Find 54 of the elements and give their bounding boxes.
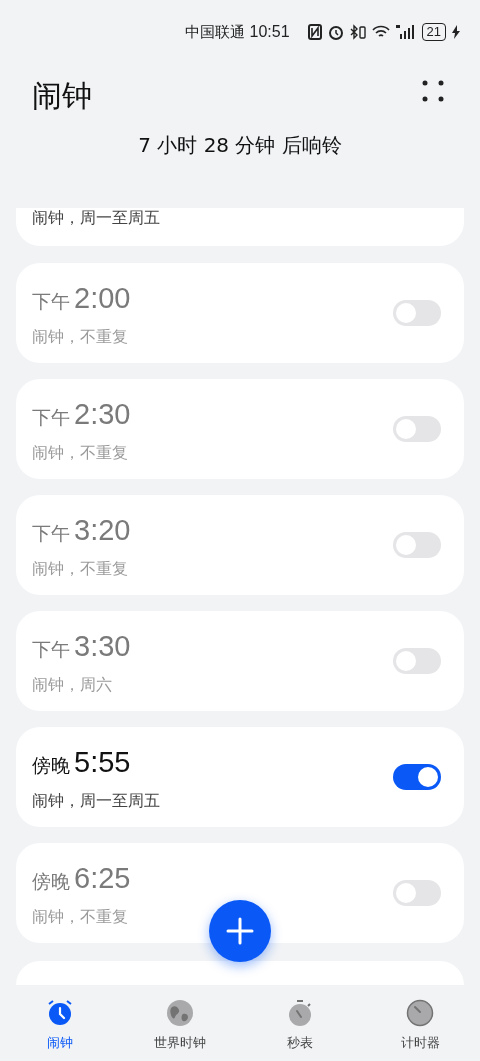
toggle-switch[interactable]	[393, 300, 441, 326]
alarm-card[interactable]: 傍晚 5:55 闹钟，周一至周五	[16, 727, 464, 827]
countdown-text: 7 小时 28 分钟 后响铃	[138, 132, 342, 159]
alarm-time: 2:30	[74, 397, 131, 433]
alarm-repeat: 闹钟，不重复	[32, 441, 129, 464]
toggle-switch[interactable]	[393, 416, 441, 442]
alarm-card[interactable]: 下午 2:30 闹钟，不重复	[16, 379, 464, 479]
alarm-time: 3:20	[74, 513, 131, 549]
alarm-repeat: 闹钟，周一至周五	[32, 789, 160, 812]
nfc-icon	[307, 24, 322, 40]
nav-tab[interactable]: 世界时钟	[120, 999, 240, 1053]
alarm-time: 3:30	[74, 629, 131, 665]
charging-icon	[452, 25, 460, 39]
carrier-name: 中国联通	[185, 21, 246, 43]
alarm-card[interactable]: 下午 2:00 闹钟，不重复	[16, 263, 464, 363]
alarm-clock-icon	[327, 24, 344, 40]
alarm-period: 傍晚	[32, 869, 70, 895]
globe-icon	[166, 999, 194, 1027]
alarm-card[interactable]: 下午 3:30 闹钟，周六	[16, 611, 464, 711]
alarm-repeat: 闹钟，不重复	[32, 325, 129, 348]
clock-time: 10:51	[249, 22, 290, 42]
alarm-time: 5:55	[74, 745, 131, 781]
alarm-repeat: 闹钟，周六	[32, 673, 113, 696]
nav-tab[interactable]: 闹钟	[0, 999, 120, 1053]
alarm-period: 下午	[32, 637, 70, 663]
alarm-repeat: 闹钟，周一至周五	[32, 207, 161, 229]
signal-icon	[395, 24, 416, 40]
alarm-clock-icon	[46, 999, 74, 1027]
alarm-repeat: 闹钟，不重复	[32, 905, 129, 928]
add-alarm-button[interactable]	[209, 900, 271, 962]
alarm-card[interactable]: 闹钟，周一至周五	[16, 208, 464, 246]
nav-tab[interactable]: 秒表	[240, 999, 360, 1053]
plus-icon	[226, 917, 254, 945]
toggle-switch[interactable]	[393, 532, 441, 558]
toggle-switch[interactable]	[393, 764, 441, 790]
more-options-icon[interactable]	[422, 80, 444, 102]
alarm-period: 傍晚	[32, 753, 70, 779]
page-title: 闹钟	[32, 77, 92, 115]
alarm-time: 6:25	[74, 861, 131, 897]
alarm-period: 下午	[32, 289, 70, 315]
alarm-period: 下午	[32, 521, 70, 547]
stopwatch-icon	[286, 999, 314, 1027]
alarm-time: 2:00	[74, 281, 131, 317]
wifi-icon	[371, 25, 390, 39]
toggle-switch[interactable]	[393, 880, 441, 906]
battery-indicator: 21	[421, 23, 446, 41]
toggle-switch[interactable]	[393, 648, 441, 674]
alarm-repeat: 闹钟，不重复	[32, 557, 129, 580]
alarm-card[interactable]: 傍晚 6:25 闹钟，不重复	[16, 843, 464, 943]
timer-icon	[406, 999, 434, 1027]
bluetooth-icon	[349, 24, 366, 40]
nav-tab[interactable]: 计时器	[360, 999, 480, 1053]
alarm-card[interactable]: 下午 3:20 闹钟，不重复	[16, 495, 464, 595]
alarm-period: 下午	[32, 405, 70, 431]
